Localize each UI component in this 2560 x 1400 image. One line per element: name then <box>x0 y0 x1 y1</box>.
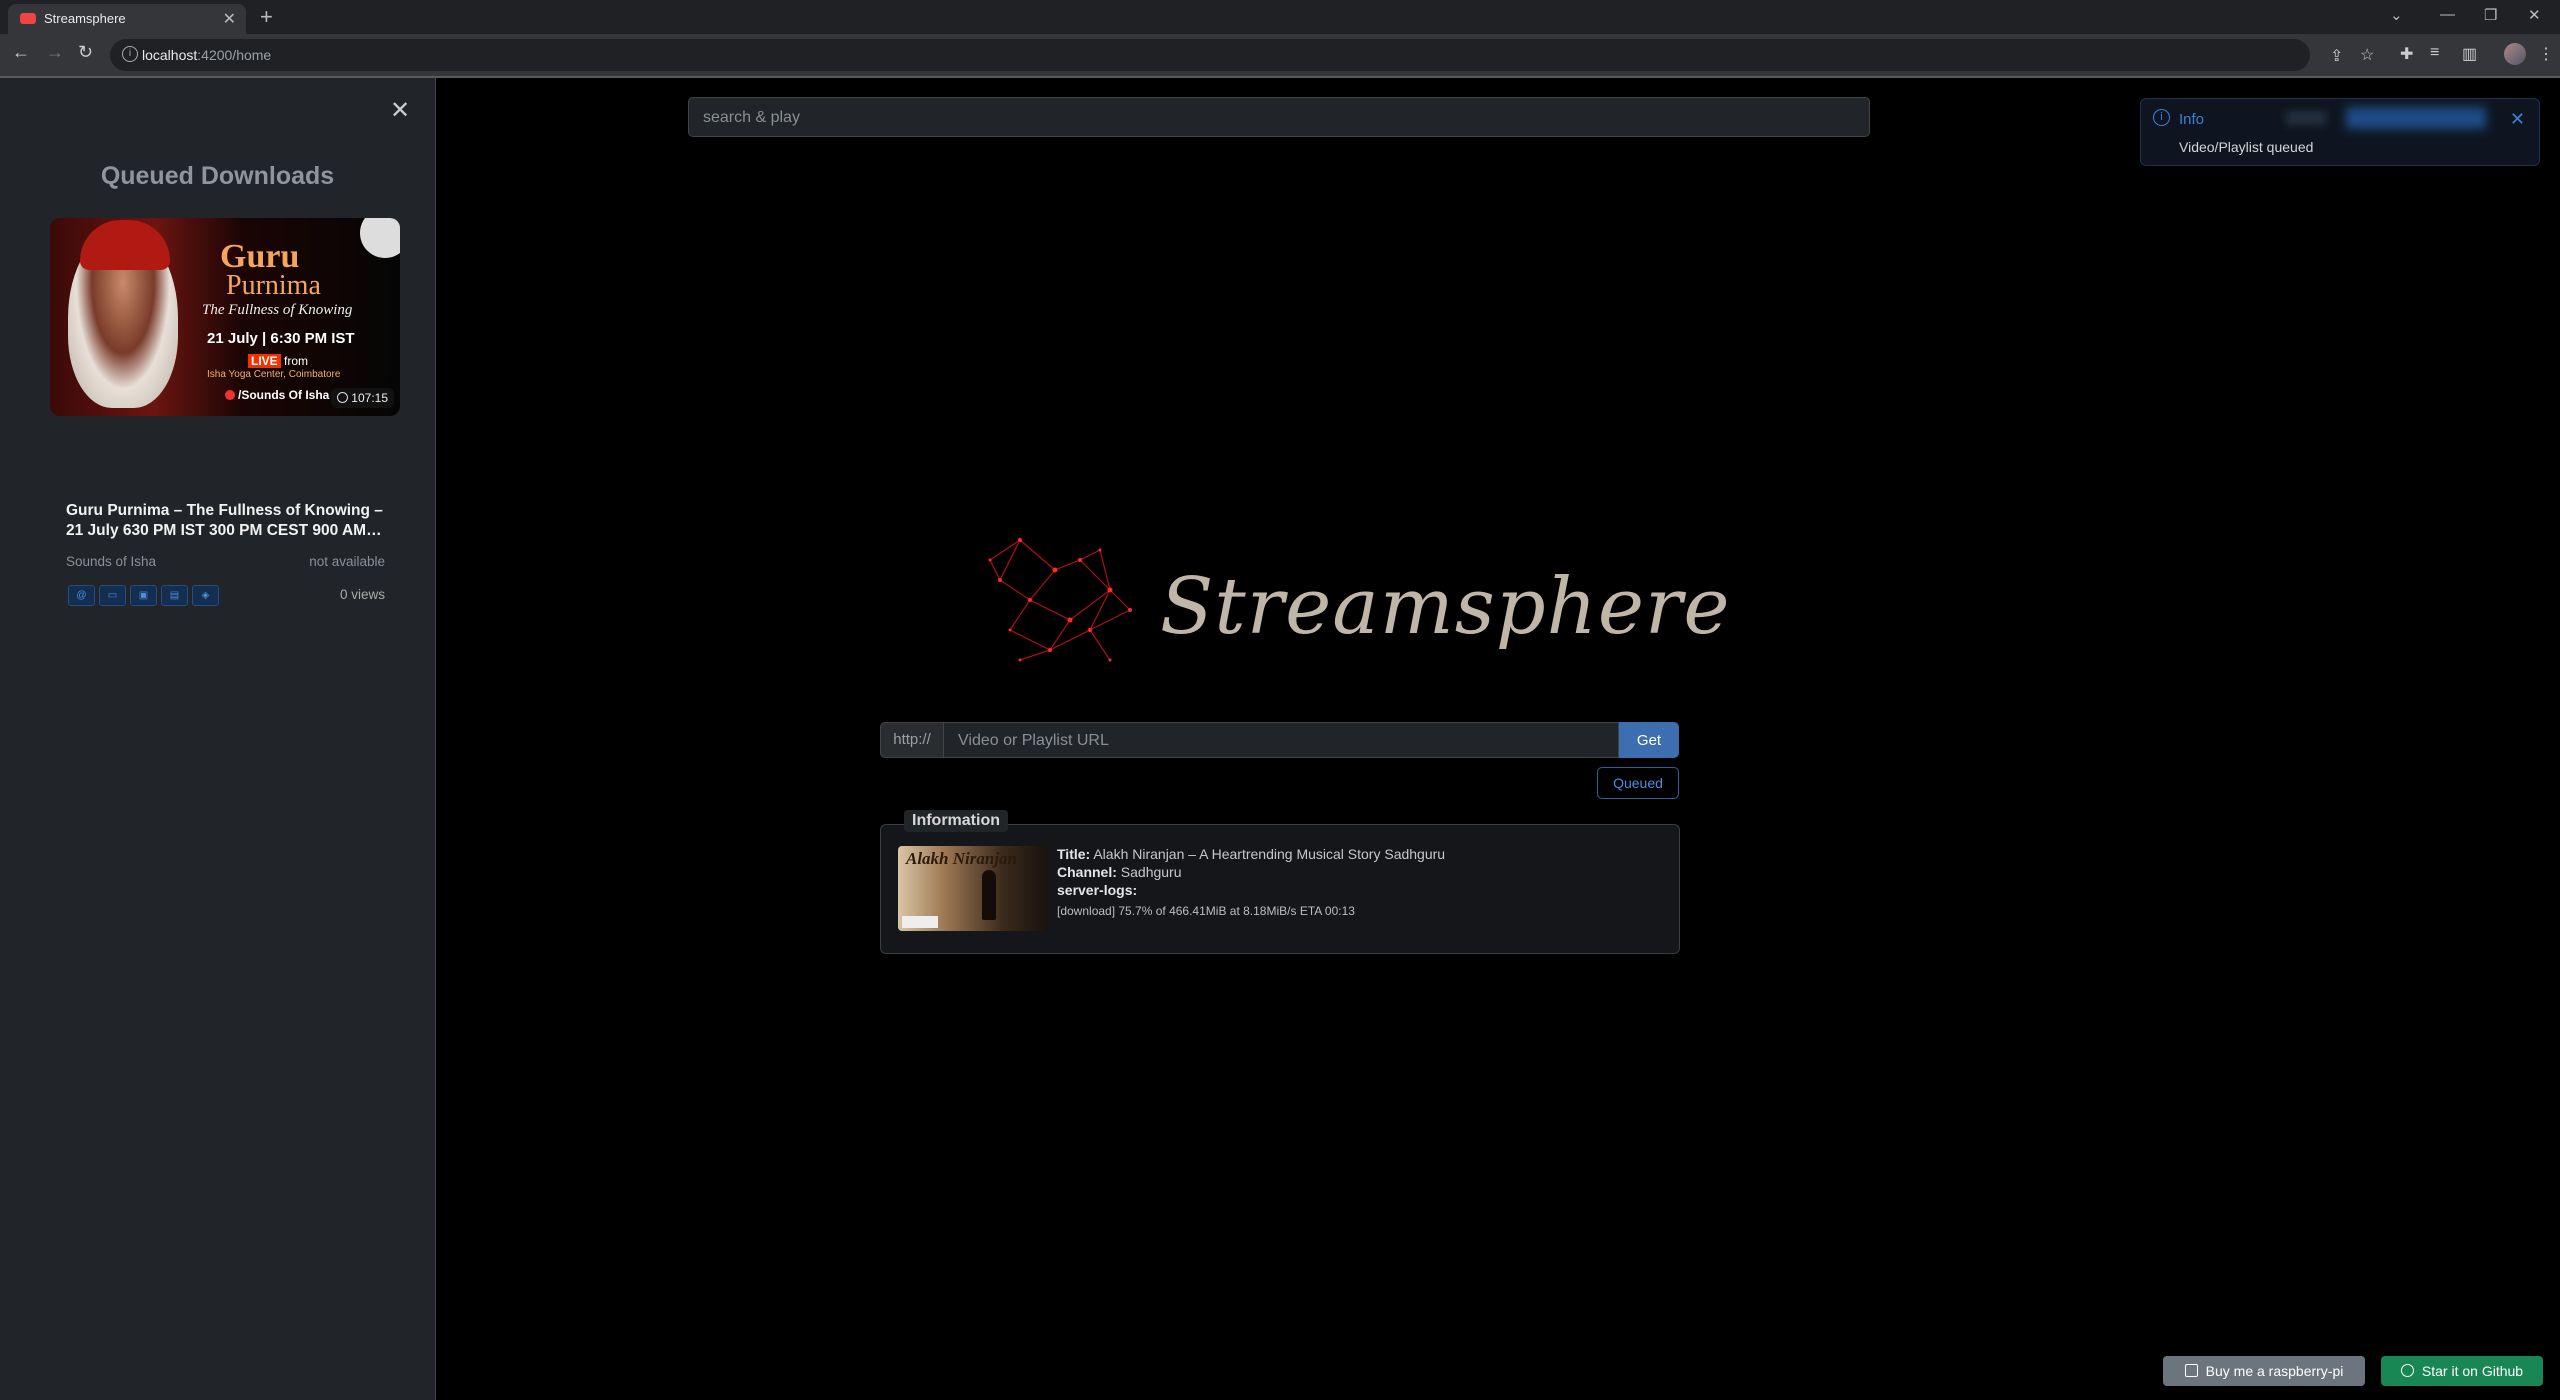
info-icon: i <box>2153 109 2170 126</box>
at-icon[interactable]: @ <box>68 585 95 606</box>
info-channel: Channel: Sadhguru <box>1057 864 1182 880</box>
search-bar[interactable] <box>688 97 1870 137</box>
close-tab-icon[interactable]: ✕ <box>223 9 236 29</box>
toast-message: Video/Playlist queued <box>2179 139 2314 155</box>
info-logs-label: server-logs: <box>1057 882 1138 898</box>
monitor-icon[interactable]: ▭ <box>99 585 126 606</box>
toast-blurred-region <box>2346 107 2486 129</box>
toast-blurred-region <box>2286 111 2326 125</box>
get-button[interactable]: Get <box>1619 722 1679 758</box>
thumbnail-text: The Fullness of Knowing <box>202 302 353 318</box>
buy-raspberry-pi-button[interactable]: Buy me a raspberry-pi <box>2163 1356 2365 1386</box>
info-thumbnail-signature <box>902 916 938 928</box>
minimize-icon[interactable]: — <box>2440 6 2455 23</box>
restore-icon[interactable]: ❐ <box>2484 6 2497 24</box>
queued-downloads-sidebar: ✕ Queued Downloads Guru Purnima The Full… <box>0 78 436 1400</box>
thumbnail-turban <box>80 220 170 270</box>
share-icon[interactable]: ⇪ <box>2330 46 2343 66</box>
thumbnail-text: Purnima <box>226 270 321 301</box>
info-thumbnail-figure <box>982 870 996 920</box>
video-title[interactable]: Guru Purnima – The Fullness of Knowing –… <box>66 501 396 541</box>
site-info-icon[interactable]: i <box>122 46 138 62</box>
tab-title: Streamsphere <box>44 11 126 26</box>
url-field[interactable] <box>944 722 1619 758</box>
reload-icon[interactable]: ↻ <box>78 42 93 63</box>
youtube-icon <box>225 390 235 400</box>
search-input[interactable] <box>701 108 1855 128</box>
github-icon <box>2400 1364 2414 1377</box>
favicon-icon <box>20 13 36 24</box>
address-bar[interactable]: i localhost:4200/home ⇪ ☆ <box>110 39 2374 71</box>
tag-icon[interactable]: ◈ <box>192 585 219 606</box>
url-input[interactable] <box>956 731 1610 751</box>
info-toast: i Info Video/Playlist queued ✕ <box>2140 98 2540 166</box>
app-logo-text: Streamsphere <box>1160 562 1731 652</box>
thumbnail-text: 21 July | 6:30 PM IST <box>207 330 355 347</box>
side-panel-icon[interactable]: ▥ <box>2462 44 2477 64</box>
media-icon[interactable]: ≡ <box>2430 44 2439 62</box>
info-video-thumbnail: Alakh Niranjan <box>898 846 1048 931</box>
information-legend: Information <box>904 810 1008 832</box>
thumbnail-text: LIVE from <box>248 354 308 368</box>
info-thumbnail-title: Alakh Niranjan <box>906 849 1018 868</box>
thumbnail-text: /Sounds Of Isha <box>225 388 329 402</box>
duration-badge: 107:15 <box>331 388 394 408</box>
video-thumbnail[interactable]: Guru Purnima The Fullness of Knowing 21 … <box>50 218 400 416</box>
browser-tab-strip: Streamsphere ✕ + ⌄ — ❐ ✕ <box>0 0 2560 34</box>
info-title: Title: Alakh Niranjan – A Heartrending M… <box>1057 846 1446 862</box>
document-icon[interactable]: ▤ <box>161 585 188 606</box>
bookmark-star-icon[interactable]: ☆ <box>2360 45 2374 65</box>
forward-icon[interactable]: → <box>46 42 64 63</box>
video-actions: @ ▭ ▣ ▤ ◈ <box>68 585 223 606</box>
menu-icon[interactable]: ⋮ <box>2538 44 2554 64</box>
extensions-icon[interactable]: ✚ <box>2400 44 2413 64</box>
server-log-line: [download] 75.7% of 466.41MiB at 8.18MiB… <box>1057 904 1355 918</box>
queued-button[interactable]: Queued <box>1597 767 1679 799</box>
url-form: http:// Get <box>880 722 1680 758</box>
github-star-button[interactable]: Star it on Github <box>2381 1356 2543 1386</box>
view-count: 0 views <box>339 587 385 602</box>
clock-icon <box>337 392 349 403</box>
close-sidebar-icon[interactable]: ✕ <box>390 96 410 125</box>
thumbnail-moon <box>360 218 400 258</box>
back-icon[interactable]: ← <box>12 42 30 63</box>
browser-toolbar: ← → ↻ i localhost:4200/home ⇪ ☆ ✚ ≡ ▥ ⋮ <box>0 34 2560 76</box>
new-tab-icon[interactable]: + <box>260 4 273 30</box>
video-channel: Sounds of Isha <box>66 554 157 569</box>
profile-avatar[interactable] <box>2504 43 2526 65</box>
window-close-icon[interactable]: ✕ <box>2528 6 2541 24</box>
toast-close-icon[interactable]: ✕ <box>2510 109 2525 130</box>
toast-title: Info <box>2179 111 2205 128</box>
sidebar-title: Queued Downloads <box>100 162 335 190</box>
url-prefix: http:// <box>880 722 944 758</box>
save-icon[interactable]: ▣ <box>130 585 157 606</box>
address-url: localhost:4200/home <box>142 47 272 63</box>
availability-status: not available <box>309 554 385 569</box>
thumbnail-text: Isha Yoga Center, Coimbatore <box>207 369 341 380</box>
browser-tab[interactable]: Streamsphere ✕ <box>8 4 246 34</box>
raspberry-icon <box>2184 1364 2198 1377</box>
tab-search-icon[interactable]: ⌄ <box>2390 6 2403 24</box>
